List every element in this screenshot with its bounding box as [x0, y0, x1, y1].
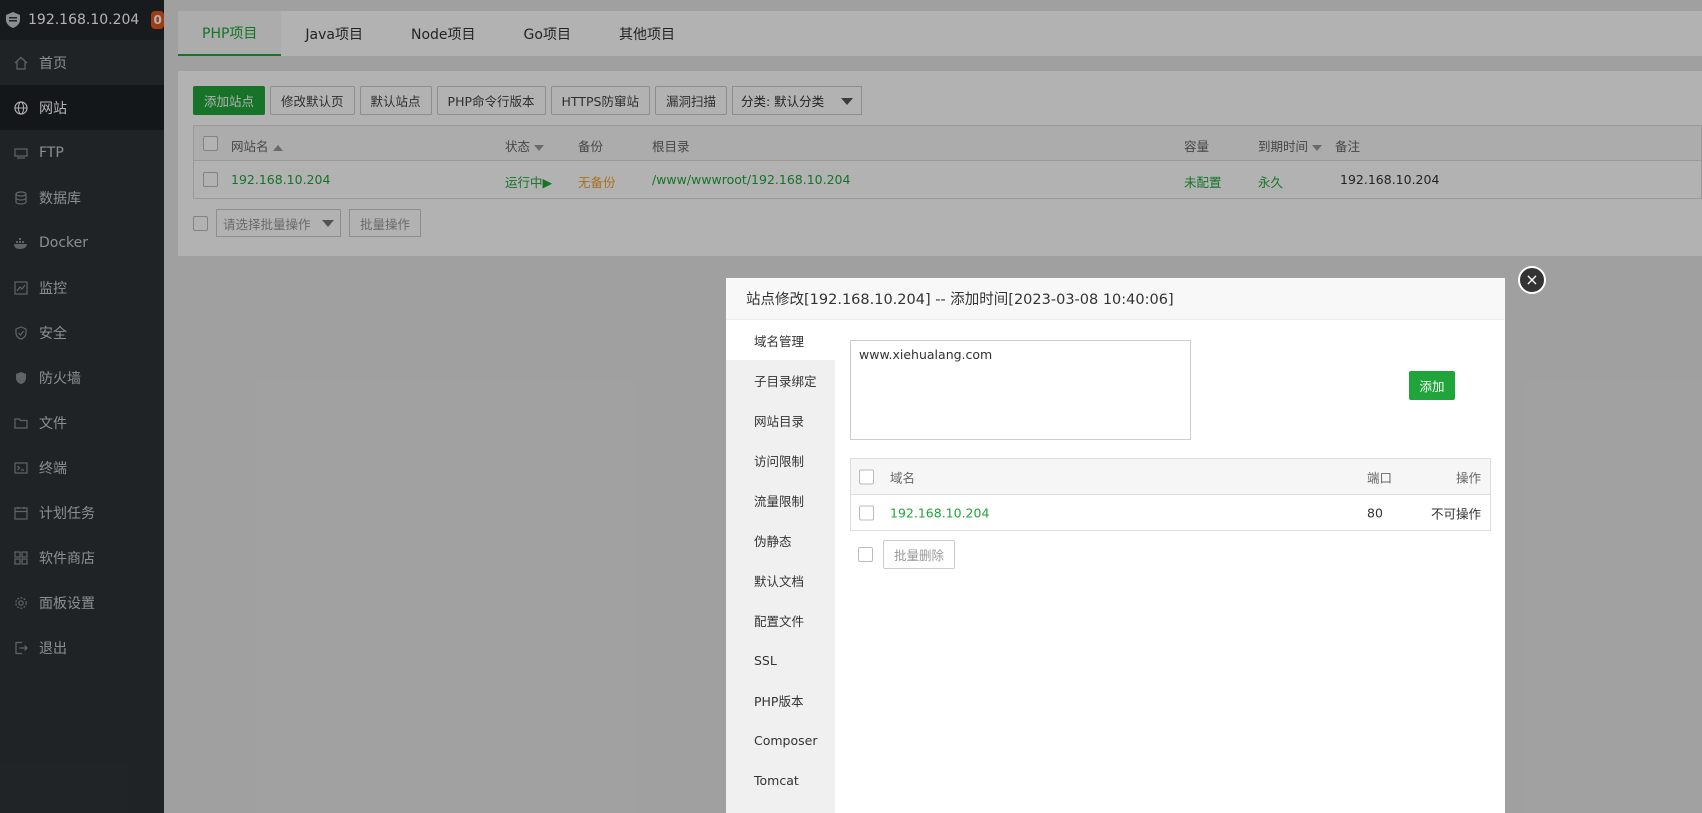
modal-side-nav: 域名管理 子目录绑定 网站目录 访问限制 流量限制 伪静态 默认文档 配置文件 …: [726, 320, 835, 813]
close-icon[interactable]: ×: [1518, 266, 1546, 294]
modal-nav-composer[interactable]: Composer: [726, 720, 835, 760]
modal-nav-default-doc[interactable]: 默认文档: [726, 560, 835, 600]
domain-row-checkbox[interactable]: [859, 505, 874, 520]
modal-nav-ssl[interactable]: SSL: [726, 640, 835, 680]
modal-nav-php-version[interactable]: PHP版本: [726, 680, 835, 720]
modal-nav-traffic-limit[interactable]: 流量限制: [726, 480, 835, 520]
domain-table: 域名 端口 操作 192.168.10.204 80 不可操作: [850, 458, 1491, 531]
batch-delete-button[interactable]: 批量删除: [883, 540, 956, 569]
domain-batch-checkbox[interactable]: [858, 547, 873, 562]
modal-nav-subdir-binding[interactable]: 子目录绑定: [726, 360, 835, 400]
header-action: 操作: [1455, 470, 1481, 485]
domain-link[interactable]: 192.168.10.204: [890, 505, 989, 520]
modal-nav-site-directory[interactable]: 网站目录: [726, 400, 835, 440]
modal-nav-rewrite[interactable]: 伪静态: [726, 520, 835, 560]
site-edit-modal: 站点修改[192.168.10.204] -- 添加时间[2023-03-08 …: [726, 278, 1505, 813]
modal-nav-tomcat[interactable]: Tomcat: [726, 760, 835, 800]
domain-batch-bar: 批量删除: [858, 540, 956, 569]
domain-input[interactable]: www.xiehualang.com: [850, 340, 1191, 440]
header-port: 端口: [1367, 470, 1393, 485]
table-row: 192.168.10.204 80 不可操作: [851, 495, 1490, 530]
add-domain-button[interactable]: 添加: [1409, 371, 1455, 400]
domain-action: 不可操作: [1430, 506, 1481, 521]
modal-nav-access-limit[interactable]: 访问限制: [726, 440, 835, 480]
modal-nav-domain-management[interactable]: 域名管理: [726, 320, 835, 360]
header-domain: 域名: [890, 470, 916, 485]
domain-select-all-checkbox[interactable]: [859, 469, 874, 484]
modal-nav-config-file[interactable]: 配置文件: [726, 600, 835, 640]
domain-port: 80: [1367, 505, 1383, 520]
domain-table-header: 域名 端口 操作: [851, 459, 1490, 495]
modal-title: 站点修改[192.168.10.204] -- 添加时间[2023-03-08 …: [726, 278, 1505, 320]
